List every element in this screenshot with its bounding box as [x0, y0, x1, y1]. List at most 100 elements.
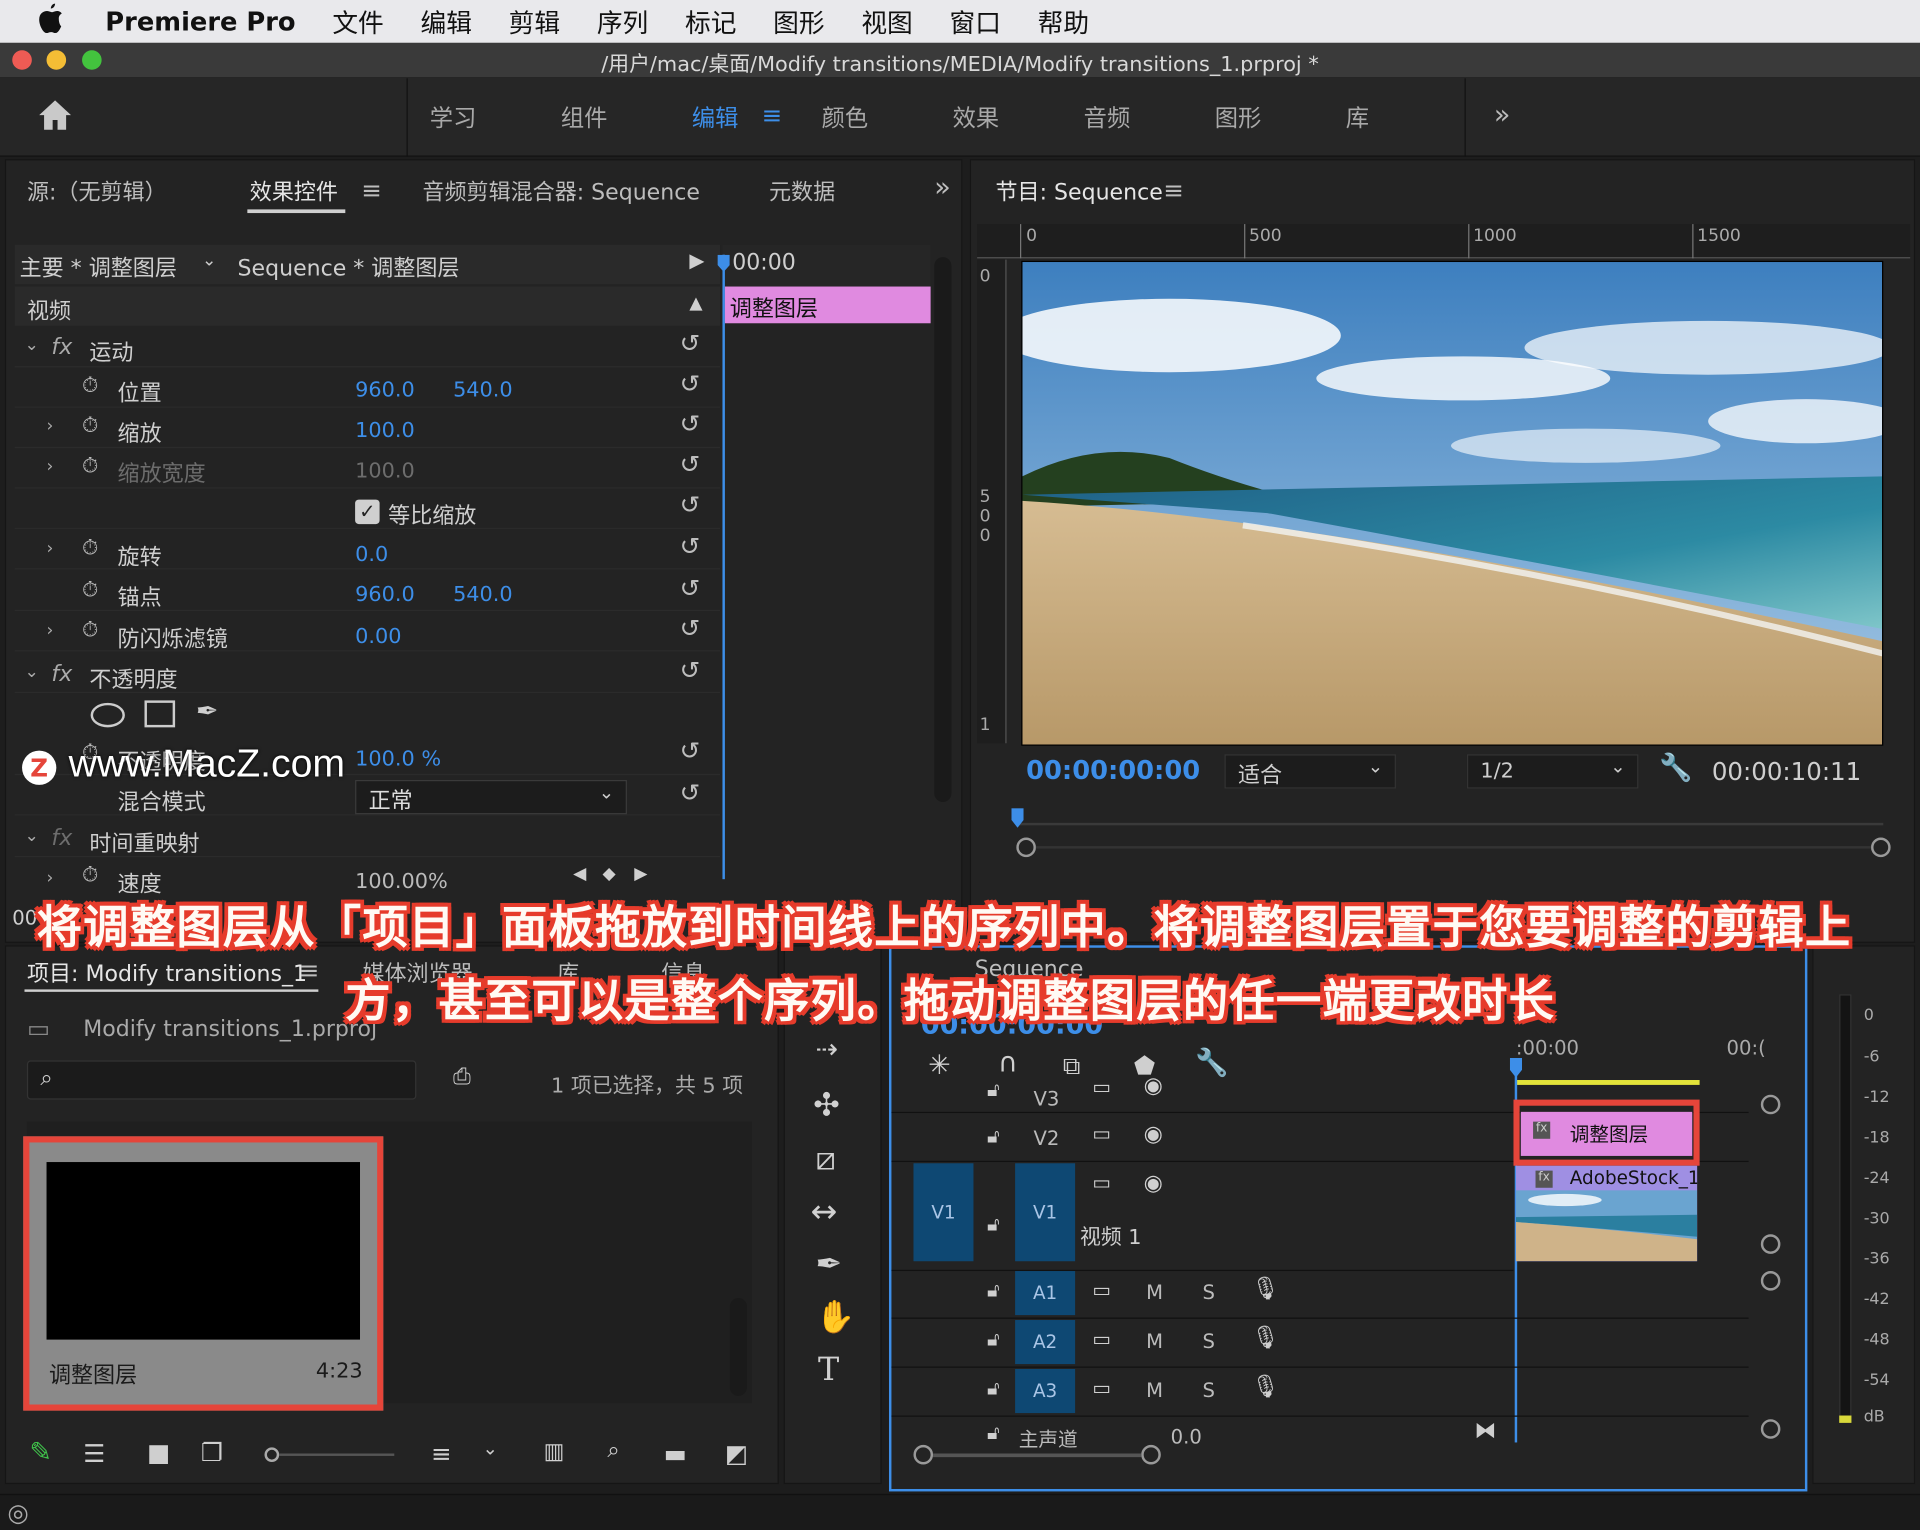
resolution-select[interactable]: 1/2 ⌄: [1466, 754, 1639, 789]
workspace-assembly[interactable]: 组件: [561, 100, 608, 133]
chevron-down-icon[interactable]: ⌄: [202, 251, 216, 271]
solo-button[interactable]: S: [1202, 1379, 1214, 1402]
expand-chevron-icon[interactable]: ›: [47, 539, 54, 559]
clip-video-adobestock[interactable]: fx AdobeStock_11: [1515, 1165, 1698, 1262]
more-workspaces-icon[interactable]: »: [1494, 100, 1510, 131]
expand-chevron-icon[interactable]: ›: [47, 868, 54, 888]
reset-icon[interactable]: ↺: [680, 736, 701, 765]
new-bin-icon[interactable]: ▬: [664, 1439, 687, 1468]
close-window-button[interactable]: [12, 50, 32, 70]
horizontal-zoom-handle[interactable]: [913, 1444, 934, 1465]
eye-icon[interactable]: ◉: [1144, 1122, 1163, 1148]
menu-edit[interactable]: 编辑: [421, 3, 472, 40]
antiflicker-value[interactable]: 0.00: [355, 624, 401, 648]
solo-button[interactable]: S: [1202, 1281, 1214, 1304]
zoom-slider[interactable]: [279, 1453, 395, 1456]
go-to-end-icon[interactable]: ⧓: [1474, 1418, 1496, 1444]
zoom-slider-handle[interactable]: [264, 1447, 280, 1463]
track-a1-label[interactable]: A1: [1015, 1271, 1076, 1316]
sync-lock-icon[interactable]: ▭: [1092, 1278, 1111, 1301]
ec-clip-bar[interactable]: 调整图层: [724, 286, 931, 324]
razor-tool-icon[interactable]: ⧄: [816, 1141, 836, 1179]
mute-button[interactable]: M: [1146, 1330, 1163, 1353]
ripple-edit-tool-icon[interactable]: ✣: [813, 1087, 840, 1124]
panel-menu-icon[interactable]: ≡: [299, 955, 320, 984]
lock-icon[interactable]: 🔓︎: [987, 1212, 1000, 1236]
tab-metadata[interactable]: 元数据: [769, 175, 835, 207]
workspace-learn[interactable]: 学习: [430, 100, 477, 133]
freeform-view-icon[interactable]: ❐: [201, 1438, 223, 1467]
sequence-clip-label[interactable]: Sequence * 调整图层: [238, 251, 460, 283]
track-a2-label[interactable]: A2: [1015, 1320, 1076, 1365]
reset-icon[interactable]: ↺: [680, 409, 701, 438]
horizontal-zoom-handle[interactable]: [1141, 1444, 1161, 1465]
sync-lock-icon[interactable]: ▭: [1092, 1327, 1111, 1350]
play-triangle-icon[interactable]: ▶: [689, 249, 704, 272]
next-keyframe-icon[interactable]: ▶: [634, 864, 647, 884]
menu-window[interactable]: 窗口: [949, 3, 1000, 40]
workspace-effects[interactable]: 效果: [953, 100, 1000, 133]
reset-icon[interactable]: ↺: [680, 369, 701, 398]
add-keyframe-icon[interactable]: ◆: [602, 864, 615, 884]
rectangle-mask-icon[interactable]: [144, 700, 176, 728]
collapse-up-icon[interactable]: ▲: [689, 294, 702, 314]
find-icon[interactable]: ⌕: [607, 1438, 619, 1464]
program-video-frame[interactable]: [1021, 260, 1884, 746]
zoom-handle-left[interactable]: [1016, 837, 1036, 858]
anchor-y-value[interactable]: 540.0: [453, 583, 513, 607]
microphone-icon[interactable]: 🎙︎: [1251, 1374, 1279, 1400]
list-view-icon[interactable]: ☰: [83, 1439, 105, 1468]
master-clip-label[interactable]: 主要 * 调整图层: [20, 251, 177, 283]
workspace-color[interactable]: 颜色: [822, 100, 869, 133]
microphone-icon[interactable]: 🎙︎: [1251, 1276, 1279, 1302]
workspace-menu-icon[interactable]: ≡: [762, 100, 783, 129]
ec-scrollbar[interactable]: [934, 257, 952, 803]
hand-tool-icon[interactable]: ✋: [816, 1299, 856, 1336]
tab-source[interactable]: 源:（无剪辑）: [27, 175, 167, 207]
stopwatch-icon[interactable]: ⏱: [82, 578, 98, 602]
reset-icon[interactable]: ↺: [680, 655, 701, 684]
vertical-zoom-handle[interactable]: [1760, 1234, 1781, 1254]
creative-cloud-icon[interactable]: ◎: [7, 1498, 28, 1527]
automate-sequence-icon[interactable]: ▥: [544, 1439, 565, 1465]
sort-icon[interactable]: ≡: [431, 1439, 452, 1468]
blend-mode-select[interactable]: 正常 ⌄: [355, 780, 627, 815]
panel-menu-icon[interactable]: ≡: [1163, 175, 1184, 204]
track-a3-label[interactable]: A3: [1015, 1368, 1076, 1414]
pen-tool-icon[interactable]: ✒: [816, 1247, 843, 1284]
menu-sequence[interactable]: 序列: [597, 3, 648, 40]
lock-icon[interactable]: 🔓︎: [987, 1278, 1000, 1302]
rotation-value[interactable]: 0.0: [355, 542, 388, 566]
project-scrollbar[interactable]: [729, 1297, 747, 1396]
home-icon[interactable]: [37, 98, 74, 137]
reset-icon[interactable]: ↺: [680, 613, 701, 642]
program-timecode[interactable]: 00:00:00:00: [1026, 756, 1200, 785]
work-area-bar[interactable]: [1515, 1080, 1700, 1085]
mute-button[interactable]: M: [1146, 1281, 1163, 1304]
fx-icon[interactable]: fx: [51, 334, 72, 360]
program-monitor-title[interactable]: 节目: Sequence: [996, 175, 1163, 207]
panel-menu-icon[interactable]: ≡: [361, 175, 382, 204]
pen-mask-icon[interactable]: ✒: [196, 697, 219, 728]
lock-icon[interactable]: 🔓︎: [987, 1420, 1000, 1444]
mute-button[interactable]: M: [1146, 1379, 1163, 1402]
ellipse-mask-icon[interactable]: [90, 702, 125, 728]
program-scrub-bar[interactable]: [1016, 822, 1884, 826]
zoom-bar[interactable]: [1035, 846, 1872, 849]
vertical-zoom-handle[interactable]: [1760, 1094, 1781, 1115]
track-v1-label[interactable]: V1: [1015, 1163, 1076, 1262]
expand-chevron-icon[interactable]: ⌄: [24, 662, 38, 682]
find-icon[interactable]: ⎙: [453, 1064, 471, 1090]
reset-icon[interactable]: ↺: [680, 531, 701, 560]
workspace-graphics[interactable]: 图形: [1215, 100, 1262, 133]
track-select-tool-icon[interactable]: ⇢: [816, 1035, 839, 1066]
slip-tool-icon[interactable]: ↔: [811, 1194, 838, 1231]
wrench-icon[interactable]: 🔧: [1659, 753, 1693, 784]
type-tool-icon[interactable]: T: [818, 1352, 839, 1389]
scale-value[interactable]: 100.0: [355, 419, 415, 443]
expand-chevron-icon[interactable]: ›: [47, 621, 54, 641]
workspace-editing[interactable]: 编辑: [692, 100, 739, 133]
lock-icon[interactable]: 🔓︎: [987, 1376, 1000, 1400]
fit-select[interactable]: 适合 ⌄: [1224, 754, 1396, 789]
reset-icon[interactable]: ↺: [680, 490, 701, 519]
